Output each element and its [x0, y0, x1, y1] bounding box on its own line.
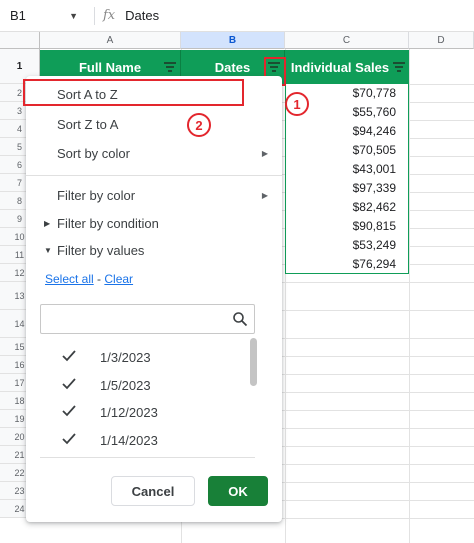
value-item[interactable]: 1/3/2023: [40, 344, 240, 371]
caret-down-icon: ▼: [44, 245, 52, 255]
column-header-b[interactable]: B: [181, 32, 285, 49]
search-icon: [233, 312, 248, 327]
column-header-d[interactable]: D: [409, 32, 474, 49]
checkmark-icon[interactable]: [62, 432, 80, 448]
search-box[interactable]: [40, 304, 255, 334]
column-header-c[interactable]: C: [285, 32, 409, 49]
search-input[interactable]: [47, 309, 227, 329]
menu-item-label: Sort by color: [57, 145, 130, 161]
sales-cell[interactable]: $94,246: [285, 122, 409, 141]
cell-reference: B1: [10, 8, 26, 23]
column-header-a[interactable]: A: [40, 32, 181, 49]
value-label: 1/12/2023: [100, 405, 158, 420]
link-separator: -: [93, 272, 105, 286]
select-all-corner[interactable]: [0, 32, 40, 49]
menu-item-filter-by-values[interactable]: ▼ Filter by values: [26, 236, 282, 264]
cancel-button[interactable]: Cancel: [111, 476, 195, 506]
checkmark-icon[interactable]: [62, 377, 80, 393]
checkmark-icon[interactable]: [62, 405, 80, 420]
ok-button[interactable]: OK: [208, 476, 268, 506]
sales-cell[interactable]: $82,462: [285, 198, 409, 217]
header-label: Full Name: [78, 59, 142, 75]
value-label: 1/3/2023: [100, 350, 151, 365]
menu-item-label: Filter by condition: [57, 215, 159, 231]
values-list: 1/3/2023 1/5/2023 1/12/2023 1/14/2023: [40, 338, 255, 458]
value-item[interactable]: 1/5/2023: [40, 372, 240, 399]
divider: [94, 6, 95, 25]
chevron-down-icon[interactable]: ▼: [69, 11, 78, 21]
annotation-step-1: 1: [285, 92, 309, 116]
chevron-right-icon: ▶: [261, 148, 268, 158]
grid-line: [409, 49, 410, 543]
menu-item-sort-z-a[interactable]: Sort Z to A: [26, 110, 282, 138]
annotation-highlight-sort-a-z: [23, 79, 244, 106]
value-item[interactable]: 1/14/2023: [40, 427, 240, 454]
checkmark-icon[interactable]: [62, 350, 80, 365]
menu-item-label: Filter by color: [57, 187, 136, 203]
select-links: Select all - Clear: [45, 272, 133, 286]
menu-item-filter-by-color[interactable]: Filter by color ▶: [26, 181, 282, 209]
formula-bar: B1 ▼ fx Dates: [0, 0, 474, 32]
menu-item-filter-by-condition[interactable]: ▶ Filter by condition: [26, 209, 282, 237]
select-all-link[interactable]: Select all: [45, 272, 94, 286]
chevron-right-icon: ▶: [261, 190, 268, 200]
caret-right-icon: ▶: [44, 218, 51, 228]
sales-cell[interactable]: $76,294: [285, 255, 409, 274]
filter-icon[interactable]: [393, 62, 405, 72]
header-label: Dates: [214, 59, 251, 75]
sales-cell[interactable]: $70,505: [285, 141, 409, 160]
fx-icon: fx: [103, 8, 116, 23]
menu-item-sort-by-color[interactable]: Sort by color ▶: [26, 139, 282, 167]
value-label: 1/14/2023: [100, 432, 158, 448]
name-box[interactable]: B1 ▼: [0, 0, 86, 32]
value-item[interactable]: 1/12/2023: [40, 399, 240, 426]
annotation-step-2: 2: [187, 113, 211, 137]
filter-menu: Sort A to Z Sort Z to A Sort by color ▶ …: [26, 76, 282, 522]
values-scrollbar[interactable]: [250, 338, 257, 386]
menu-divider: [26, 175, 282, 176]
filter-icon[interactable]: [164, 62, 176, 72]
formula-input[interactable]: Dates: [125, 8, 159, 23]
sales-cell[interactable]: $97,339: [285, 179, 409, 198]
sales-cell[interactable]: $90,815: [285, 217, 409, 236]
clear-link[interactable]: Clear: [104, 272, 133, 286]
menu-item-label: Filter by values: [57, 242, 145, 258]
list-divider: [40, 457, 255, 458]
header-cell-individual-sales[interactable]: Individual Sales: [285, 50, 409, 84]
header-label: Individual Sales: [290, 59, 390, 75]
sales-cell[interactable]: $43,001: [285, 160, 409, 179]
sales-cell[interactable]: $53,249: [285, 236, 409, 255]
value-label: 1/5/2023: [100, 377, 151, 393]
